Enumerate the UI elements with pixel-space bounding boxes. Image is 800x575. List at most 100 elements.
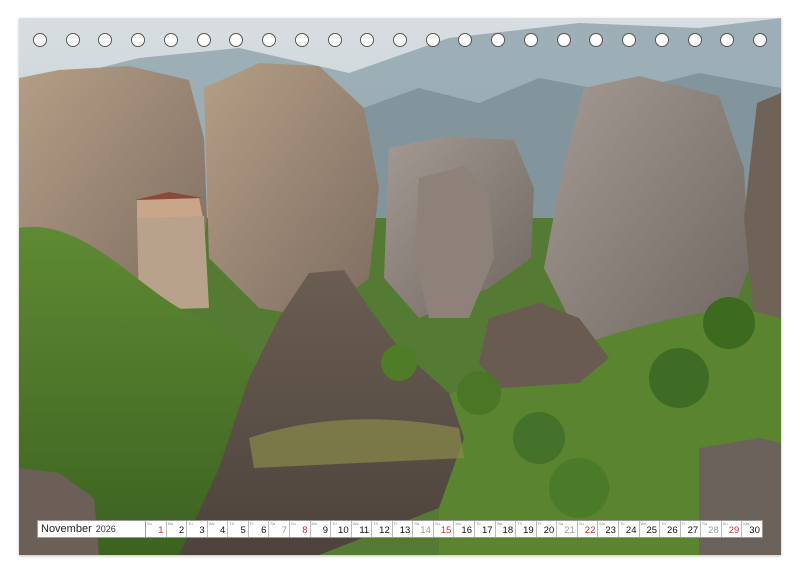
day-number: 20 [543, 525, 555, 536]
day-number: 3 [199, 525, 205, 536]
binding-hole [360, 33, 374, 47]
day-cell: Mo 9 [311, 521, 332, 537]
weekday-label: Tu [332, 521, 337, 526]
weekday-label: Mo [599, 521, 605, 526]
binding-hole [328, 33, 342, 47]
binding-hole [426, 33, 440, 47]
binding-hole [720, 33, 734, 47]
day-cell: Su 8 [290, 521, 311, 537]
weekday-label: Su [722, 521, 728, 526]
day-number: 15 [440, 525, 452, 536]
day-cell: We 25 [640, 521, 661, 537]
day-cell: We 18 [496, 521, 517, 537]
binding-hole [688, 33, 702, 47]
day-cell: Th 19 [516, 521, 537, 537]
day-number: 10 [338, 525, 349, 536]
calendar-strip: November 2026 Su 1 Mo 2 Tu 3 We 4 Th 5 Fr 6 Sa 7 Su 8 Mo… [37, 520, 763, 538]
weekday-label: Sa [270, 521, 276, 526]
shrub [703, 297, 755, 349]
day-cell: Su 15 [434, 521, 455, 537]
weekday-label: Fr [537, 521, 542, 526]
weekday-label: Mo [311, 521, 318, 526]
binding-hole [753, 33, 767, 47]
weekday-label: Tu [476, 521, 481, 526]
day-cell: Th 26 [660, 521, 681, 537]
shrub [549, 458, 609, 518]
binding-hole [655, 33, 669, 47]
shrub [513, 412, 565, 464]
weekday-label: Fr [681, 521, 686, 526]
day-number: 6 [261, 525, 267, 536]
weekday-label: Th [661, 521, 666, 526]
year-label: 2026 [95, 524, 116, 534]
day-number: 17 [481, 525, 493, 536]
binding-hole [262, 33, 276, 47]
day-cell: Tu 17 [475, 521, 496, 537]
weekday-label: Su [434, 521, 440, 526]
weekday-label: We [352, 521, 359, 526]
day-number: 14 [420, 525, 431, 536]
day-cell: We 11 [352, 521, 373, 537]
day-cell: Sa 14 [413, 521, 434, 537]
shrub [649, 348, 709, 408]
day-number: 2 [178, 525, 185, 536]
weekday-label: We [208, 521, 215, 526]
day-cell: Sa 21 [557, 521, 578, 537]
day-number: 1 [158, 525, 164, 536]
binding-hole [589, 33, 603, 47]
day-number: 22 [584, 525, 596, 536]
day-cell: Fr 27 [681, 521, 702, 537]
day-cell: Fr 13 [393, 521, 414, 537]
day-cell: Sa 28 [701, 521, 722, 537]
weekday-label: Th [517, 521, 522, 526]
calendar-page: November 2026 Su 1 Mo 2 Tu 3 We 4 Th 5 Fr 6 Sa 7 Su 8 Mo… [0, 0, 800, 575]
day-number: 28 [708, 525, 719, 536]
weekday-label: Fr [393, 521, 398, 526]
day-number: 21 [564, 525, 575, 536]
binding-holes [0, 33, 800, 49]
weekday-label: Sa [414, 521, 420, 526]
weekday-label: Sa [558, 521, 564, 526]
weekday-label: Su [578, 521, 584, 526]
weekday-label: Fr [249, 521, 254, 526]
weekday-label: Mo [167, 521, 174, 526]
day-number: 5 [240, 525, 246, 536]
binding-hole [164, 33, 178, 47]
month-label: November 2026 [38, 521, 146, 537]
shrub [381, 345, 417, 381]
day-cell: Su 29 [722, 521, 743, 537]
day-number: 4 [219, 525, 226, 536]
binding-hole [557, 33, 571, 47]
day-cell: Mo 2 [167, 521, 188, 537]
day-cell: Sa 7 [269, 521, 290, 537]
day-number: 13 [399, 525, 411, 536]
binding-hole [33, 33, 47, 47]
day-cell: Th 5 [228, 521, 249, 537]
day-cell: Fr 20 [537, 521, 558, 537]
day-cell: We 4 [208, 521, 229, 537]
meteora-landscape-photo [19, 18, 781, 555]
binding-hole [229, 33, 243, 47]
day-number: 12 [379, 525, 390, 536]
day-number: 16 [461, 525, 472, 536]
day-number: 29 [728, 525, 740, 536]
landscape-illustration [19, 18, 781, 555]
day-number: 19 [523, 525, 534, 536]
weekday-label: Su [147, 521, 152, 526]
day-number: 18 [502, 525, 514, 536]
binding-hole [393, 33, 407, 47]
day-cell: Tu 24 [619, 521, 640, 537]
weekday-label: Tu [619, 521, 625, 526]
day-cell: Mo 16 [454, 521, 475, 537]
binding-hole [491, 33, 505, 47]
day-cell: Mo 30 [742, 521, 762, 537]
day-cell: Su 1 [146, 521, 167, 537]
binding-hole [197, 33, 211, 47]
weekday-label: Sa [702, 521, 708, 526]
day-number: 11 [359, 525, 370, 536]
day-number: 27 [687, 525, 699, 536]
day-number: 8 [302, 525, 308, 536]
binding-hole [98, 33, 112, 47]
binding-hole [295, 33, 309, 47]
day-cell: Tu 10 [331, 521, 352, 537]
